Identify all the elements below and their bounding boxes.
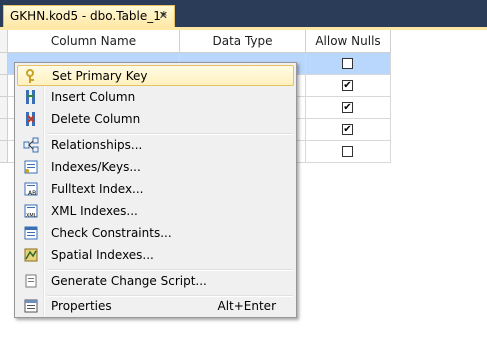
properties-icon bbox=[24, 299, 38, 313]
allow-nulls-cell[interactable] bbox=[306, 141, 391, 163]
check-constraints-icon bbox=[24, 226, 38, 240]
menu-item-label: Set Primary Key bbox=[52, 69, 148, 83]
column-name-header[interactable]: Column Name bbox=[8, 30, 180, 53]
menu-item-label: Delete Column bbox=[51, 112, 141, 126]
menu-item-spatial-indexes[interactable]: Spatial Indexes... bbox=[17, 245, 294, 266]
menu-item-properties[interactable]: Properties Alt+Enter bbox=[17, 296, 294, 317]
menu-item-shortcut: Alt+Enter bbox=[217, 299, 276, 313]
menu-item-set-primary-key[interactable]: Set Primary Key bbox=[17, 65, 294, 86]
allow-nulls-cell[interactable]: ✔ bbox=[306, 119, 391, 141]
menu-item-indexes-keys[interactable]: Indexes/Keys... bbox=[17, 157, 294, 178]
row-selector[interactable] bbox=[0, 141, 8, 163]
relationships-icon bbox=[23, 137, 39, 153]
menu-item-label: Relationships... bbox=[51, 138, 143, 152]
menu-item-label: XML Indexes... bbox=[51, 204, 138, 218]
svg-text:XML: XML bbox=[26, 213, 37, 219]
allow-nulls-checkbox[interactable] bbox=[342, 58, 353, 69]
menu-item-insert-column[interactable]: Insert Column bbox=[17, 87, 294, 108]
context-menu: Set Primary Key Insert Column Delete Col… bbox=[14, 62, 297, 318]
allow-nulls-cell[interactable]: ✔ bbox=[306, 75, 391, 97]
menu-item-xml-indexes[interactable]: XML XML Indexes... bbox=[17, 201, 294, 222]
menu-item-label: Spatial Indexes... bbox=[51, 248, 154, 262]
menu-item-label: Fulltext Index... bbox=[51, 182, 144, 196]
menu-item-check-constraints[interactable]: Check Constraints... bbox=[17, 223, 294, 244]
delete-column-icon bbox=[26, 112, 35, 126]
allow-nulls-checkbox[interactable]: ✔ bbox=[342, 102, 353, 113]
xml-indexes-icon: XML bbox=[24, 204, 38, 219]
header-row-selector bbox=[0, 30, 8, 53]
document-tab-title: GKHN.kod5 - dbo.Table_1* bbox=[10, 9, 167, 23]
fulltext-index-icon: AB bbox=[24, 182, 38, 197]
svg-text:AB: AB bbox=[28, 190, 36, 197]
key-icon bbox=[26, 69, 34, 83]
row-selector[interactable] bbox=[0, 53, 8, 75]
menu-item-label: Properties bbox=[51, 299, 112, 313]
menu-item-label: Check Constraints... bbox=[51, 226, 172, 240]
row-selector[interactable] bbox=[0, 119, 8, 141]
menu-item-relationships[interactable]: Relationships... bbox=[17, 135, 294, 156]
allow-nulls-cell[interactable]: ✔ bbox=[306, 97, 391, 119]
data-type-header[interactable]: Data Type bbox=[180, 30, 306, 53]
row-selector[interactable] bbox=[0, 75, 8, 97]
menu-item-generate-change-script[interactable]: Generate Change Script... bbox=[17, 271, 294, 292]
allow-nulls-checkbox[interactable]: ✔ bbox=[342, 124, 353, 135]
indexes-keys-icon bbox=[24, 160, 38, 174]
menu-item-label: Generate Change Script... bbox=[51, 274, 207, 288]
allow-nulls-checkbox[interactable] bbox=[342, 146, 353, 157]
menu-item-delete-column[interactable]: Delete Column bbox=[17, 109, 294, 130]
menu-item-label: Indexes/Keys... bbox=[51, 160, 141, 174]
insert-column-icon bbox=[26, 90, 35, 104]
row-selector[interactable] bbox=[0, 97, 8, 119]
allow-nulls-checkbox[interactable]: ✔ bbox=[342, 80, 353, 91]
close-tab-icon[interactable]: ✕ bbox=[159, 9, 168, 22]
spatial-indexes-icon bbox=[24, 248, 38, 262]
allow-nulls-header[interactable]: Allow Nulls bbox=[306, 30, 391, 53]
menu-item-fulltext-index[interactable]: AB Fulltext Index... bbox=[17, 179, 294, 200]
menu-item-label: Insert Column bbox=[51, 90, 136, 104]
document-tab[interactable]: GKHN.kod5 - dbo.Table_1* ✕ bbox=[3, 5, 175, 27]
document-tab-strip: GKHN.kod5 - dbo.Table_1* ✕ bbox=[0, 0, 487, 27]
allow-nulls-cell[interactable] bbox=[306, 53, 391, 75]
generate-script-icon bbox=[25, 274, 37, 288]
